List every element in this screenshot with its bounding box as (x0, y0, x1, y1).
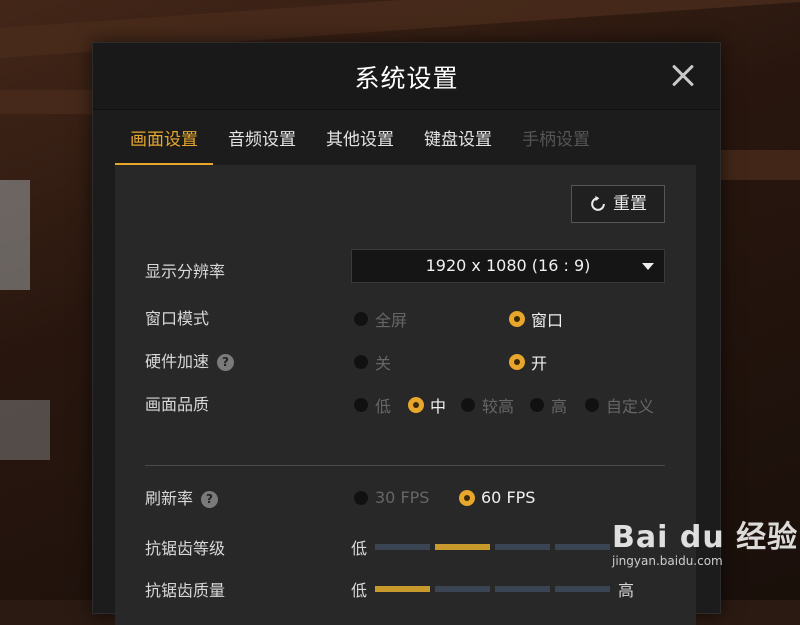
radio-dot (408, 397, 424, 413)
radio-30fps-label: 30 FPS (375, 488, 430, 507)
close-icon[interactable] (668, 61, 698, 91)
aa-level-track (375, 544, 611, 550)
radio-dot (460, 397, 476, 413)
radio-accel-on[interactable]: 开 (509, 350, 547, 374)
radio-dot (509, 354, 525, 370)
tab-audio[interactable]: 音频设置 (213, 121, 311, 165)
reset-button[interactable]: 重置 (571, 185, 665, 223)
radio-60fps[interactable]: 60 FPS (459, 488, 535, 507)
aa-quality-track (375, 586, 611, 592)
refresh-rate-text: 刷新率 (145, 489, 194, 508)
watermark-logo: Bai du 经验 (612, 520, 799, 555)
radio-quality-medium-label: 中 (430, 397, 447, 416)
resolution-select[interactable]: 1920 x 1080 (16 : 9) (351, 249, 665, 283)
resolution-value: 1920 x 1080 (16 : 9) (425, 256, 591, 275)
radio-dot (509, 311, 525, 327)
background-beam (0, 90, 92, 114)
slider-segment[interactable] (375, 586, 431, 592)
help-icon[interactable]: ? (217, 354, 235, 371)
slider-segment[interactable] (495, 544, 551, 550)
aa-level-low-label: 低 (351, 539, 368, 558)
radio-fullscreen[interactable]: 全屏 (353, 307, 407, 331)
dialog-title: 系统设置 (354, 64, 459, 93)
radio-accel-off-label: 关 (375, 354, 392, 373)
slider-segment[interactable] (375, 544, 431, 550)
radio-dot (353, 489, 369, 506)
refresh-rate-label: 刷新率? (145, 485, 219, 509)
hardware-accel-label: 硬件加速? (145, 348, 235, 372)
aa-level-slider[interactable]: 低 (351, 535, 611, 559)
radio-dot (353, 354, 369, 370)
radio-quality-higher-label: 较高 (482, 397, 515, 416)
radio-accel-on-label: 开 (531, 354, 548, 373)
background-window (0, 400, 50, 460)
radio-fullscreen-label: 全屏 (375, 311, 408, 330)
radio-dot (353, 311, 369, 327)
chevron-down-icon (642, 263, 654, 270)
radio-windowed[interactable]: 窗口 (509, 307, 563, 331)
radio-quality-high-label: 高 (551, 397, 568, 416)
slider-segment[interactable] (435, 544, 491, 550)
resolution-label: 显示分辨率 (145, 262, 226, 281)
tab-keyboard[interactable]: 键盘设置 (409, 121, 507, 165)
radio-windowed-label: 窗口 (531, 311, 564, 330)
dialog-titlebar: 系统设置 (93, 43, 720, 110)
radio-60fps-label: 60 FPS (481, 488, 536, 507)
baidu-watermark: Bai du 经验 jingyan.baidu.com (612, 512, 798, 568)
slider-segment[interactable] (495, 586, 551, 592)
radio-quality-medium[interactable]: 中 (408, 393, 446, 417)
radio-quality-low[interactable]: 低 (353, 393, 391, 417)
radio-quality-custom-label: 自定义 (606, 397, 655, 416)
watermark-url: jingyan.baidu.com (612, 554, 723, 568)
radio-quality-high[interactable]: 高 (529, 393, 567, 417)
reset-label: 重置 (613, 194, 647, 214)
aa-quality-label: 抗锯齿质量 (145, 581, 226, 600)
slider-segment[interactable] (555, 586, 611, 592)
radio-dot (459, 489, 475, 506)
tab-display[interactable]: 画面设置 (115, 121, 213, 165)
tab-other[interactable]: 其他设置 (311, 121, 409, 165)
settings-tabs: 画面设置 音频设置 其他设置 键盘设置 手柄设置 (115, 121, 698, 165)
quality-label: 画面品质 (145, 395, 210, 414)
background-beam (718, 150, 800, 180)
radio-dot (353, 397, 369, 413)
section-divider (145, 465, 665, 466)
aa-quality-low-label: 低 (351, 581, 368, 600)
radio-accel-off[interactable]: 关 (353, 350, 391, 374)
aa-quality-high-label: 高 (618, 581, 635, 600)
tab-gamepad: 手柄设置 (522, 130, 590, 150)
radio-quality-higher[interactable]: 较高 (460, 393, 514, 417)
hardware-accel-text: 硬件加速 (145, 352, 210, 371)
refresh-icon (591, 195, 605, 211)
radio-30fps[interactable]: 30 FPS (353, 488, 429, 507)
aa-level-label: 抗锯齿等级 (145, 539, 226, 558)
slider-segment[interactable] (555, 544, 611, 550)
radio-dot (529, 397, 545, 413)
display-settings-panel: 重置 显示分辨率 1920 x 1080 (16 : 9) 窗口模式 全屏 窗口… (115, 165, 696, 625)
radio-quality-custom[interactable]: 自定义 (584, 393, 654, 417)
radio-quality-low-label: 低 (375, 397, 392, 416)
slider-segment[interactable] (435, 586, 491, 592)
radio-dot (584, 397, 600, 413)
help-icon[interactable]: ? (201, 491, 219, 508)
background-window (0, 180, 30, 290)
aa-quality-slider[interactable]: 低 高 (351, 577, 634, 601)
window-mode-label: 窗口模式 (145, 309, 210, 328)
